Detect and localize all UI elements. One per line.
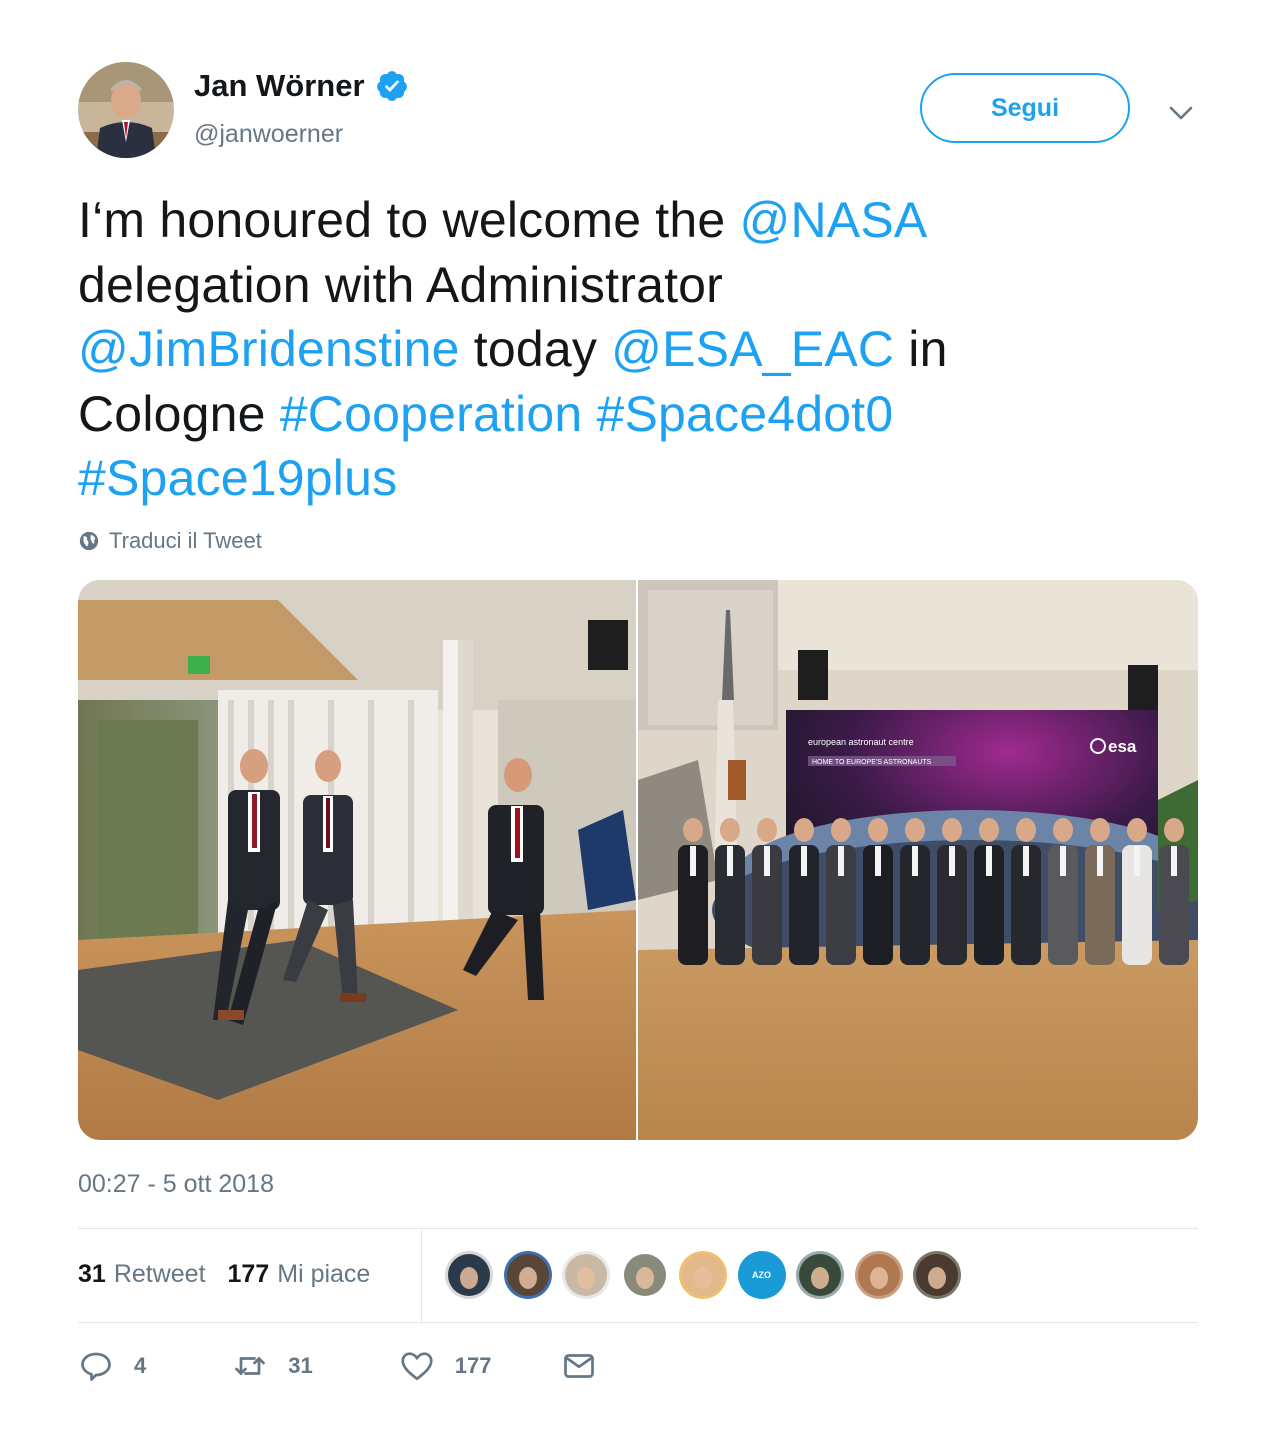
likes-stat[interactable]: 177 Mi piace [228, 1260, 371, 1289]
liker-avatar[interactable] [913, 1251, 961, 1299]
liker-avatar[interactable] [620, 1251, 669, 1299]
person-head [1090, 818, 1110, 842]
photo-entrance[interactable] [78, 580, 636, 1140]
person-head [1164, 818, 1184, 842]
person-head [905, 818, 925, 842]
person-shirt [1023, 846, 1029, 876]
photo-group[interactable]: european astronaut centre HOME TO EUROPE… [638, 580, 1198, 1140]
globe-icon [79, 531, 99, 551]
person-shirt [690, 846, 696, 876]
like-button[interactable]: 177 [399, 1348, 492, 1384]
liker-avatar[interactable] [445, 1251, 493, 1299]
banner-title: european astronaut centre [808, 737, 914, 747]
liker-face [518, 1267, 537, 1289]
direct-message-button[interactable] [561, 1348, 597, 1384]
liker-face [811, 1267, 829, 1289]
likes-label: Mi piace [277, 1260, 371, 1288]
person-shirt [986, 846, 992, 876]
person-shirt [1097, 846, 1103, 876]
tweet-text-segment: today [459, 321, 612, 377]
likes-count: 177 [227, 1260, 270, 1288]
retweets-label: Retweet [113, 1260, 206, 1288]
person-shirt [1134, 846, 1140, 876]
liker-face [869, 1267, 888, 1289]
likers-avatars: AZO [445, 1251, 972, 1299]
person-shirt [875, 846, 881, 876]
person-shirt [1171, 846, 1177, 876]
person-head [683, 818, 703, 842]
person-shirt [1060, 846, 1066, 876]
person-head [942, 818, 962, 842]
retweet-count: 31 [288, 1353, 313, 1378]
tweet-link[interactable]: @JimBridenstine [78, 321, 460, 377]
person-head [831, 818, 851, 842]
author-avatar[interactable] [78, 62, 174, 158]
tweet-text-segment: delegation with Administrator [78, 256, 724, 313]
retweets-stat[interactable]: 31 Retweet [78, 1260, 206, 1289]
person-shirt [727, 846, 733, 876]
tweet-text-segment [582, 386, 596, 442]
reply-icon [81, 1352, 111, 1381]
person-shirt [949, 846, 955, 876]
tweet-actions: 4 31 177 [78, 1348, 597, 1384]
liker-face [577, 1267, 595, 1289]
tweet-card: Jan Wörner @janwoerner Segui I‘m honoure… [0, 0, 1276, 1446]
author-name[interactable]: Jan Wörner [194, 68, 365, 104]
person-head [1053, 818, 1073, 842]
liker-avatar[interactable] [503, 1251, 552, 1299]
liker-face [694, 1267, 712, 1289]
person-head [1127, 818, 1147, 842]
liker-avatar-text: AZO [752, 1270, 771, 1280]
divider-bottom [78, 1322, 1198, 1323]
heart-icon [401, 1352, 433, 1381]
author-handle[interactable]: @janwoerner [194, 120, 343, 149]
person-shirt [912, 846, 918, 876]
person-shirt [801, 846, 807, 876]
liker-face [635, 1267, 654, 1289]
person-shirt [838, 846, 844, 876]
tweet-link[interactable]: @NASA [740, 192, 925, 248]
liker-face [928, 1267, 946, 1289]
esa-logo: esa [1108, 737, 1137, 756]
person-shirt [764, 846, 770, 876]
retweet-icon [235, 1357, 266, 1375]
retweets-count: 31 [78, 1260, 106, 1288]
liker-avatar[interactable]: AZO [737, 1251, 786, 1299]
tweet-stats: 31 Retweet 177 Mi piace [78, 1260, 392, 1289]
tweet-link[interactable]: #Cooperation [280, 386, 583, 442]
verified-badge-icon [375, 69, 409, 103]
divider-top [78, 1228, 1198, 1229]
tweet-link[interactable]: #Space19plus [78, 450, 397, 506]
banner-subtitle: HOME TO EUROPE'S ASTRONAUTS [812, 759, 932, 766]
liker-face [460, 1267, 478, 1289]
tweet-text: I‘m honoured to welcome the @NASA delega… [78, 188, 1078, 511]
translate-label: Traduci il Tweet [109, 528, 262, 553]
follow-button[interactable]: Segui [920, 73, 1130, 143]
media-grid: european astronaut centre HOME TO EUROPE… [78, 580, 1198, 1140]
tweet-text-segment: I‘m honoured to welcome the [78, 192, 740, 248]
tweet-link[interactable]: #Space4dot0 [596, 386, 893, 442]
like-count: 177 [454, 1353, 492, 1378]
person-head [1016, 818, 1036, 842]
tweet-link[interactable]: @ESA_EAC [611, 321, 894, 377]
author-name-row[interactable]: Jan Wörner [194, 68, 409, 104]
envelope-icon [564, 1354, 595, 1378]
person-head [794, 818, 814, 842]
person-head [868, 818, 888, 842]
reply-button[interactable]: 4 [78, 1348, 146, 1384]
retweet-button[interactable]: 31 [232, 1348, 313, 1384]
person-head [757, 818, 777, 842]
stats-separator [421, 1230, 422, 1322]
liker-avatar[interactable] [562, 1251, 610, 1299]
person-head [979, 818, 999, 842]
liker-avatar[interactable] [796, 1251, 844, 1299]
liker-avatar[interactable] [854, 1251, 903, 1299]
liker-avatar[interactable] [679, 1251, 727, 1299]
chevron-down-icon[interactable] [1166, 98, 1196, 128]
person-head [720, 818, 740, 842]
tweet-timestamp[interactable]: 00:27 - 5 ott 2018 [78, 1170, 274, 1199]
reply-count: 4 [134, 1353, 147, 1378]
translate-tweet-link[interactable]: Traduci il Tweet [78, 528, 262, 554]
